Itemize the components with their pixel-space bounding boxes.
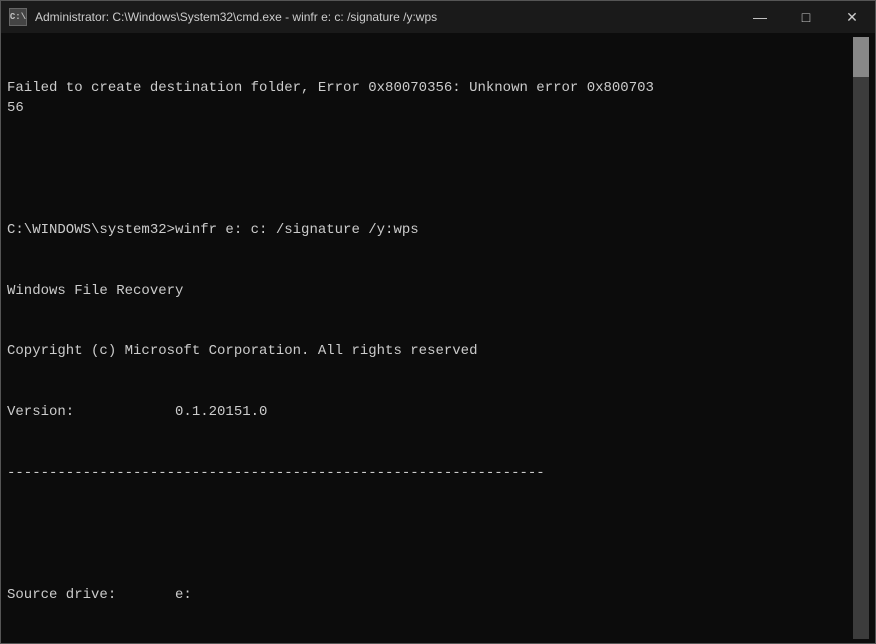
line-command: C:\WINDOWS\system32>winfr e: c: /signatu…	[7, 220, 853, 240]
terminal-content: Failed to create destination folder, Err…	[7, 37, 853, 639]
line-app-name: Windows File Recovery	[7, 281, 853, 301]
scrollbar-thumb[interactable]	[853, 37, 869, 77]
line-error: Failed to create destination folder, Err…	[7, 78, 853, 119]
title-bar: C:\ Administrator: C:\Windows\System32\c…	[1, 1, 875, 33]
line-copyright: Copyright (c) Microsoft Corporation. All…	[7, 341, 853, 361]
cmd-window: C:\ Administrator: C:\Windows\System32\c…	[0, 0, 876, 644]
line-version: Version: 0.1.20151.0	[7, 402, 853, 422]
line-source: Source drive: e:	[7, 585, 853, 605]
window-controls: — □ ✕	[737, 1, 875, 33]
line-divider: ----------------------------------------…	[7, 463, 853, 483]
maximize-button[interactable]: □	[783, 1, 829, 33]
close-button[interactable]: ✕	[829, 1, 875, 33]
terminal-body[interactable]: Failed to create destination folder, Err…	[1, 33, 875, 643]
cmd-icon: C:\	[9, 8, 27, 26]
minimize-button[interactable]: —	[737, 1, 783, 33]
scrollbar[interactable]	[853, 37, 869, 639]
terminal-output: Failed to create destination folder, Err…	[7, 37, 853, 639]
